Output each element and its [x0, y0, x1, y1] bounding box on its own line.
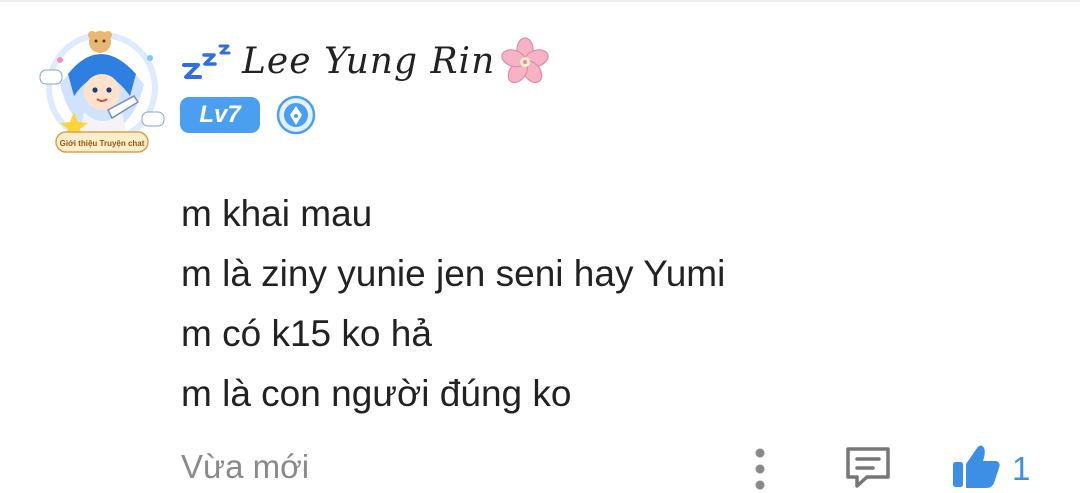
username[interactable]: Lee Yung Rin [242, 41, 495, 82]
message-line: m có k15 ko hả [181, 313, 432, 354]
comment-icon[interactable] [843, 443, 893, 491]
message-line: m là con người đúng ko [181, 373, 572, 414]
comment-timestamp: Vừa mới [181, 448, 310, 485]
pen-nib-badge-icon[interactable] [276, 95, 316, 135]
message-line: m là ziny yunie jen seni hay Yumi [181, 253, 726, 294]
level-badge[interactable]: Lv7 [180, 97, 260, 133]
thumbs-up-icon[interactable] [950, 442, 1002, 490]
top-divider [0, 0, 1080, 2]
vertical-dots-icon[interactable] [744, 445, 776, 493]
comment-message: m khai mau m là ziny yunie jen seni hay … [181, 184, 725, 424]
zzz-icon [182, 44, 231, 79]
user-name-row: Lee Yung Rin [180, 36, 551, 86]
like-count: 1 [1012, 450, 1031, 487]
badge-row: Lv7 [180, 95, 316, 135]
sakura-icon [501, 37, 549, 84]
user-avatar[interactable]: Giới thiệu Truyện chat [38, 26, 166, 158]
avatar-frame-caption: Giới thiệu Truyện chat [60, 139, 145, 148]
message-line: m khai mau [181, 193, 373, 234]
